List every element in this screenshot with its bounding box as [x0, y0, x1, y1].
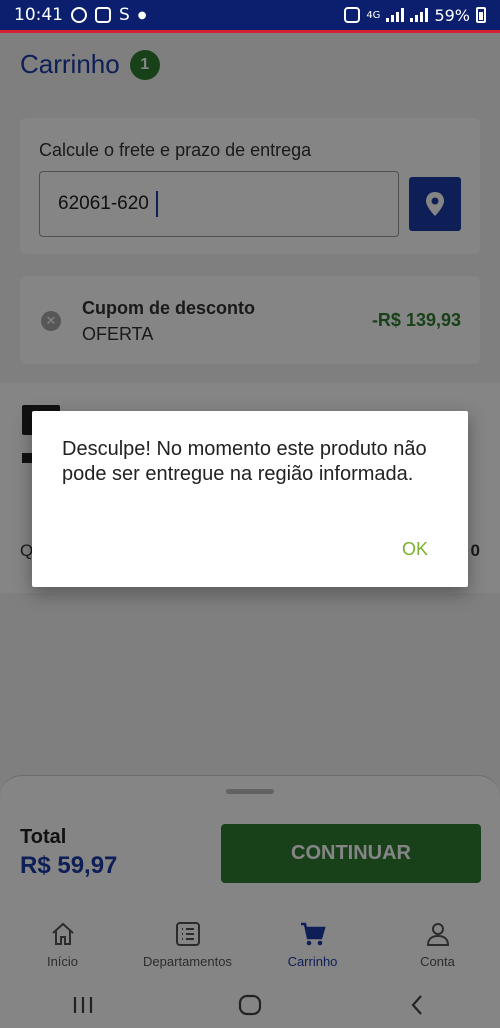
status-bar: 10:41 S ● 4G 59%: [0, 0, 500, 33]
dialog-ok-button[interactable]: OK: [402, 539, 428, 560]
instagram-icon: [95, 7, 111, 23]
signal-icon: [386, 8, 405, 22]
status-time: 10:41: [14, 5, 63, 25]
battery-icon: [476, 7, 486, 23]
s-app-icon: S: [119, 5, 130, 25]
battery-percent: 59%: [434, 5, 470, 25]
delivery-error-dialog: Desculpe! No momento este produto não po…: [32, 411, 468, 587]
signal-2-icon: [410, 8, 429, 22]
whatsapp-icon: [71, 7, 87, 23]
dialog-message: Desculpe! No momento este produto não po…: [62, 438, 427, 485]
notification-dot-icon: ●: [137, 9, 147, 21]
network-type: 4G: [366, 9, 381, 21]
alarm-icon: [344, 7, 361, 23]
